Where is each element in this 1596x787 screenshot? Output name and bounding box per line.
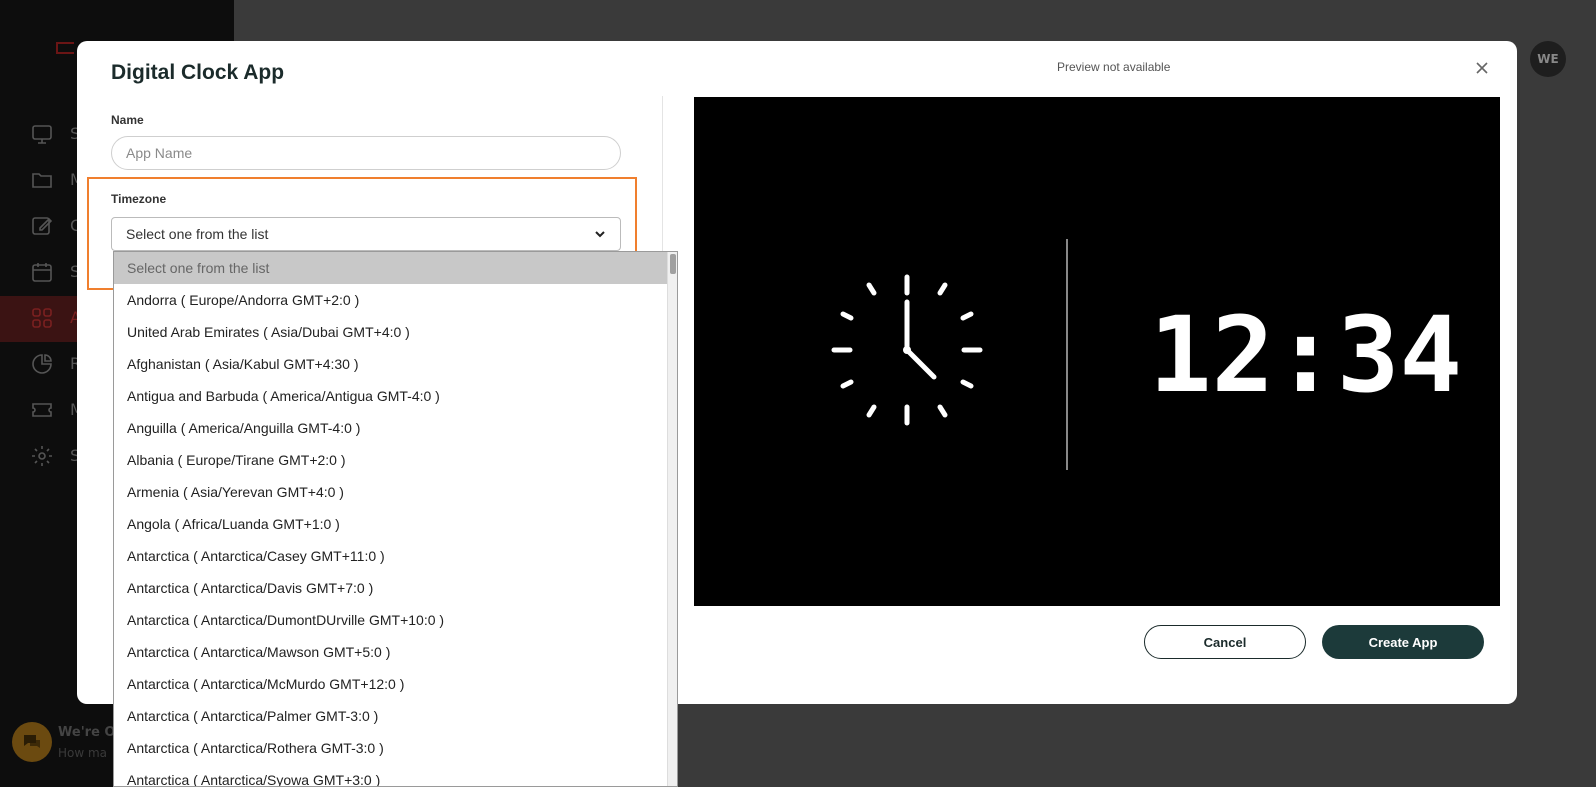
name-label: Name — [111, 113, 144, 127]
create-app-button[interactable]: Create App — [1322, 625, 1484, 659]
chevron-down-icon — [595, 231, 605, 238]
modal-title: Digital Clock App — [111, 61, 285, 84]
timezone-select[interactable]: Select one from the list — [111, 217, 621, 251]
timezone-label: Timezone — [111, 192, 167, 206]
ticket-icon — [30, 398, 54, 422]
calendar-icon — [30, 260, 54, 284]
chat-subtitle: How ma — [58, 746, 108, 760]
clock-preview: 12:34 — [694, 97, 1500, 606]
close-icon[interactable] — [1473, 59, 1491, 77]
timezone-dropdown-list[interactable]: Select one from the list Andorra ( Europe… — [113, 251, 678, 787]
gear-icon — [30, 444, 54, 468]
timezone-option[interactable]: Angola ( Africa/Luanda GMT+1:0 ) — [114, 508, 677, 540]
timezone-option[interactable]: Antarctica ( Antarctica/DumontDUrville G… — [114, 604, 677, 636]
app-name-input[interactable] — [111, 136, 621, 170]
avatar[interactable]: WE — [1530, 41, 1566, 77]
timezone-option[interactable]: Andorra ( Europe/Andorra GMT+2:0 ) — [114, 284, 677, 316]
edit-icon — [30, 214, 54, 238]
dropdown-scrollbar[interactable] — [667, 252, 677, 786]
timezone-selected-value: Select one from the list — [126, 226, 269, 242]
timezone-option[interactable]: Antarctica ( Antarctica/Rothera GMT-3:0 … — [114, 732, 677, 764]
timezone-option[interactable]: Antarctica ( Antarctica/Syowa GMT+3:0 ) — [114, 764, 677, 786]
timezone-option[interactable]: Albania ( Europe/Tirane GMT+2:0 ) — [114, 444, 677, 476]
cancel-button[interactable]: Cancel — [1144, 625, 1306, 659]
logo-icon — [56, 42, 74, 54]
timezone-option[interactable]: Antarctica ( Antarctica/Davis GMT+7:0 ) — [114, 572, 677, 604]
preview-note: Preview not available — [1057, 60, 1171, 74]
pie-chart-icon — [30, 352, 54, 376]
timezone-option[interactable]: Antarctica ( Antarctica/Palmer GMT-3:0 ) — [114, 700, 677, 732]
timezone-option[interactable]: Antarctica ( Antarctica/McMurdo GMT+12:0… — [114, 668, 677, 700]
timezone-option[interactable]: Afghanistan ( Asia/Kabul GMT+4:30 ) — [114, 348, 677, 380]
scrollbar-thumb[interactable] — [670, 254, 676, 274]
timezone-option[interactable]: Antarctica ( Antarctica/Casey GMT+11:0 ) — [114, 540, 677, 572]
monitor-icon — [30, 122, 54, 146]
timezone-option[interactable]: Armenia ( Asia/Yerevan GMT+4:0 ) — [114, 476, 677, 508]
chat-bubble-icon[interactable] — [12, 722, 52, 762]
timezone-option[interactable]: Anguilla ( America/Anguilla GMT-4:0 ) — [114, 412, 677, 444]
timezone-option[interactable]: United Arab Emirates ( Asia/Dubai GMT+4:… — [114, 316, 677, 348]
clock-center — [903, 346, 911, 354]
folder-icon — [30, 168, 54, 192]
apps-grid-icon — [30, 306, 54, 330]
timezone-option[interactable]: Antarctica ( Antarctica/Mawson GMT+5:0 ) — [114, 636, 677, 668]
timezone-option[interactable]: Antigua and Barbuda ( America/Antigua GM… — [114, 380, 677, 412]
digital-time: 12:34 — [1149, 294, 1462, 416]
timezone-option-placeholder[interactable]: Select one from the list — [114, 252, 677, 284]
